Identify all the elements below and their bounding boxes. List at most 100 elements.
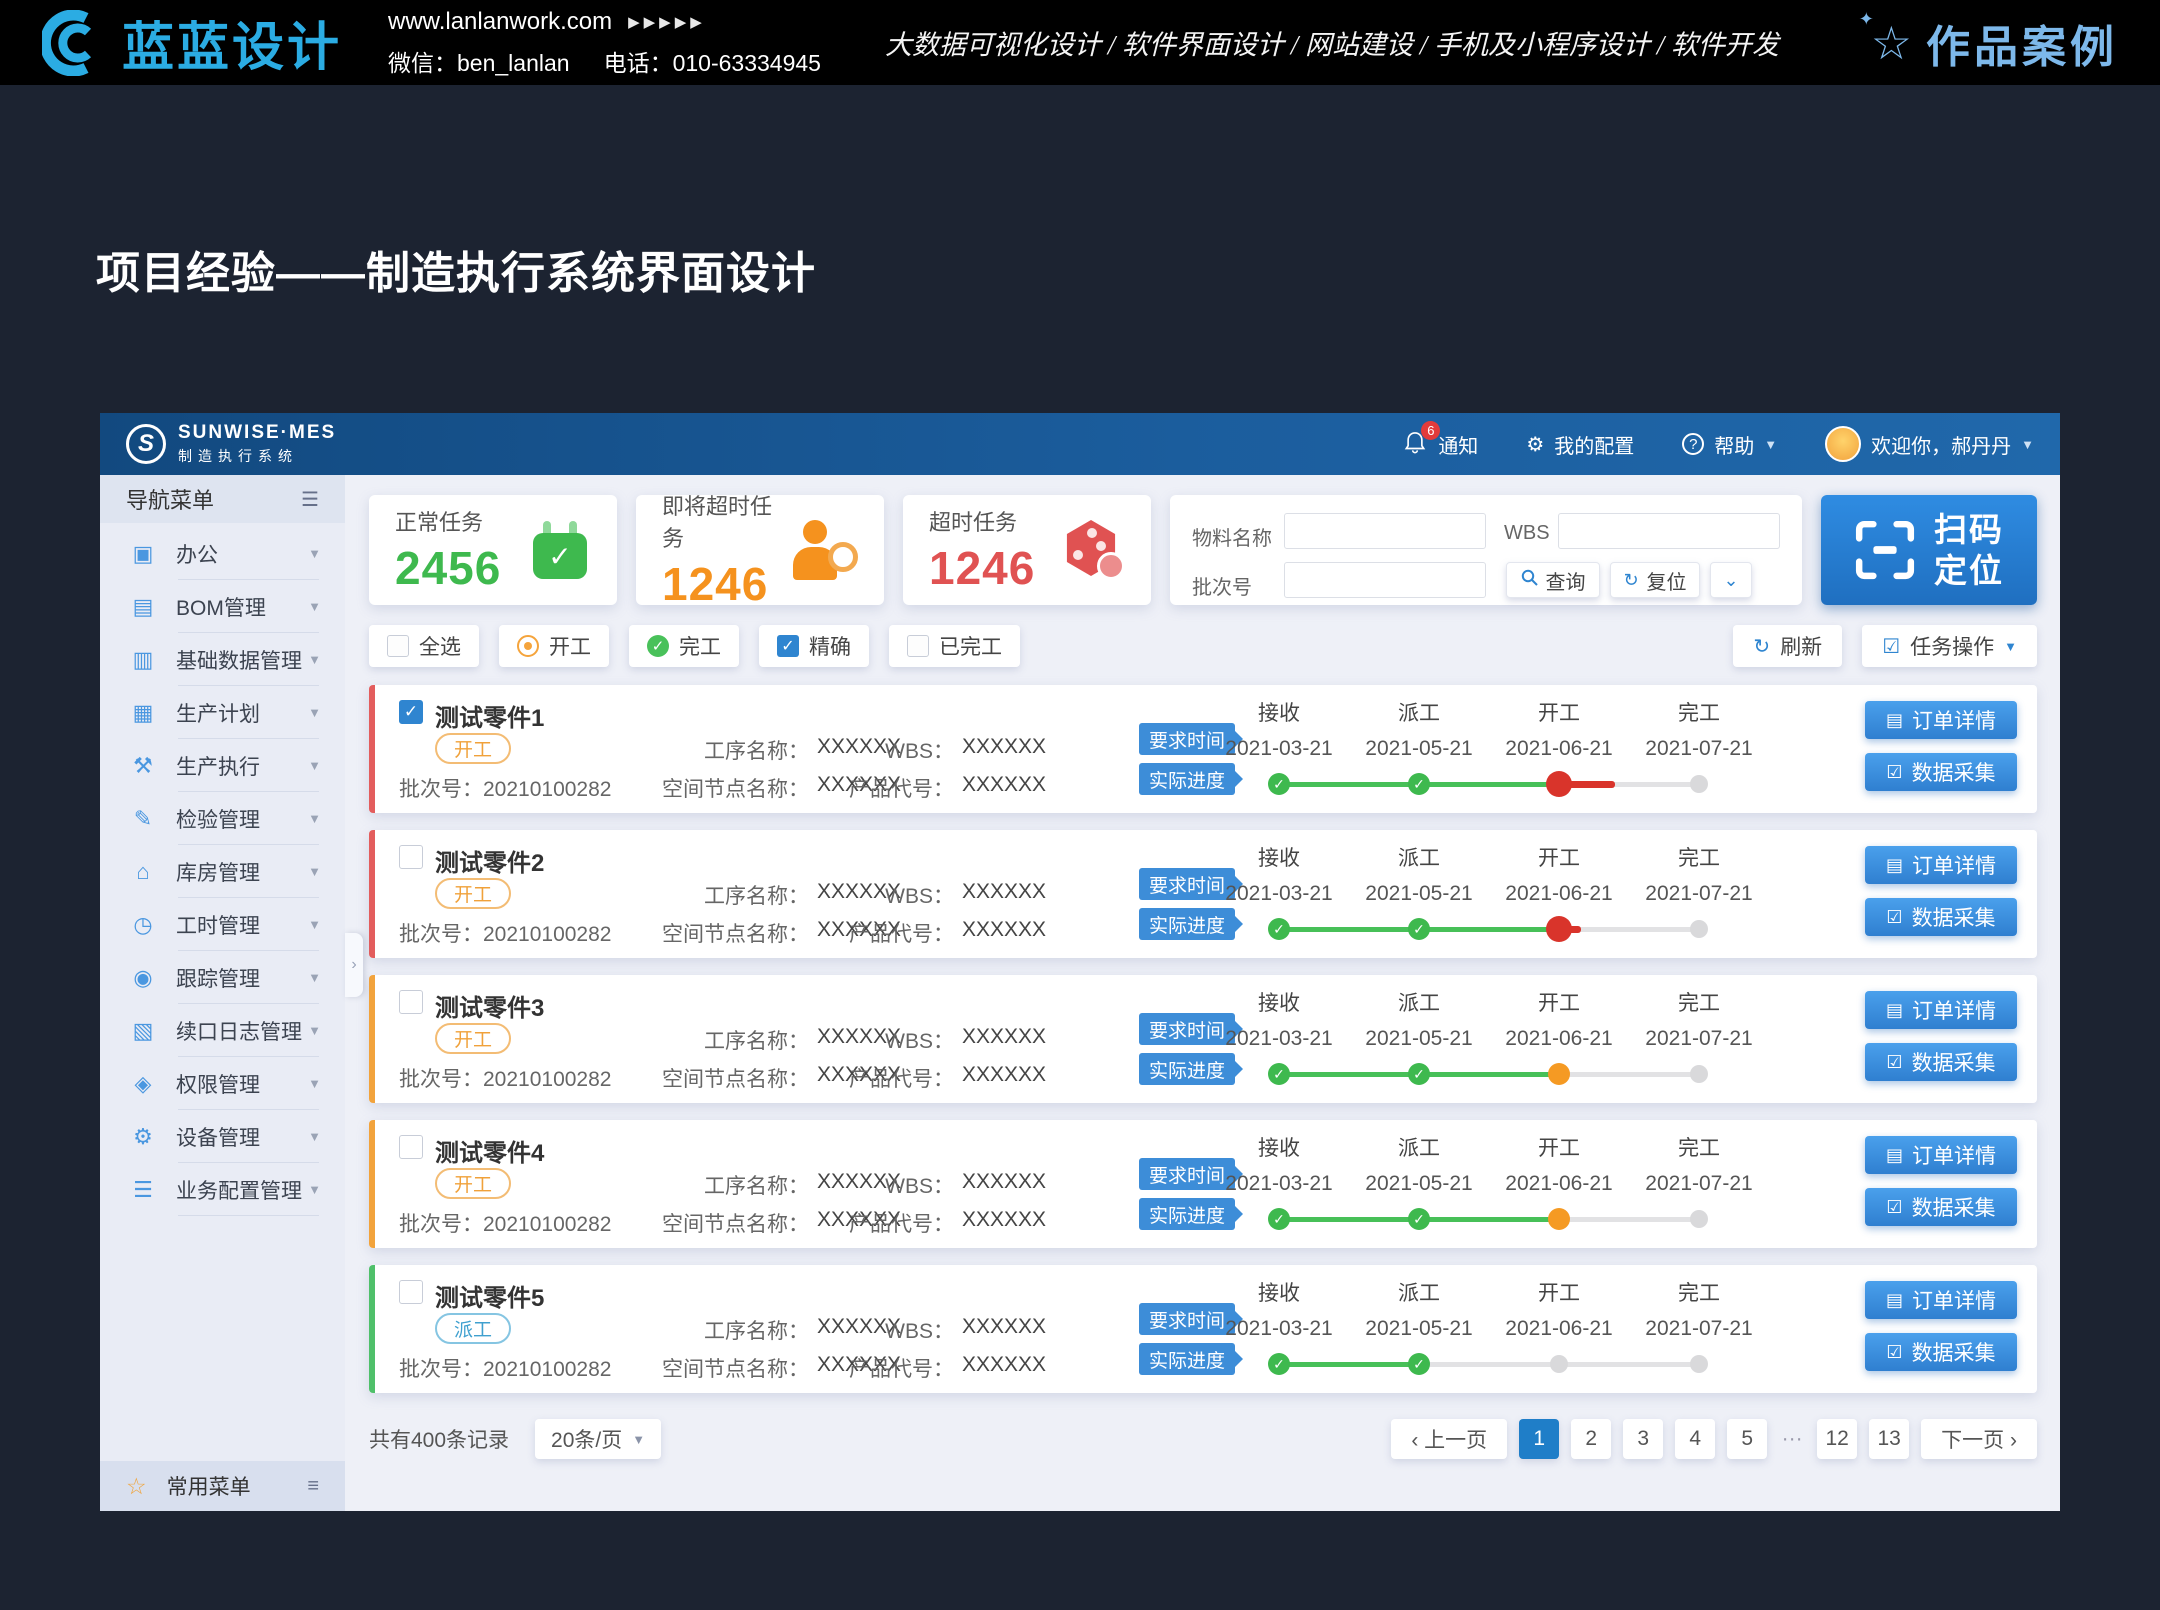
status-color-bar <box>369 1265 375 1393</box>
sidebar-item-3[interactable]: ▦ 生产计划 ▼ <box>100 686 345 739</box>
sidebar: 导航菜单 ☰ ▣ 办公 ▼ ▤ BOM管理 ▼ ▥ 基础数据管理 ▼ ▦ 生产计… <box>100 475 345 1511</box>
lanlan-logo-icon <box>42 10 108 76</box>
menu-icon-3: ▦ <box>130 700 156 726</box>
chevron-down-icon: ▼ <box>308 970 321 985</box>
filter-state-icon <box>647 635 669 657</box>
status-badge: 开工 <box>435 1168 511 1199</box>
wbs-field: WBS：XXXXXX <box>839 735 1046 765</box>
data-collect-button[interactable]: ☑ 数据采集 <box>1865 753 2017 791</box>
sidebar-item-6[interactable]: ⌂ 库房管理 ▼ <box>100 845 345 898</box>
page-button-7[interactable]: 13 <box>1869 1419 1909 1459</box>
page-button-5[interactable]: ··· <box>1779 1419 1805 1459</box>
order-detail-button[interactable]: ▤ 订单详情 <box>1865 846 2017 884</box>
filter-button-2[interactable]: 完工 <box>629 625 739 667</box>
document-icon: ▤ <box>1886 710 1903 731</box>
sidebar-item-1[interactable]: ▤ BOM管理 ▼ <box>100 580 345 633</box>
menu-icon-7: ◷ <box>130 912 156 938</box>
milestone-done-dot: ✓ <box>1408 1208 1430 1230</box>
pagination: 共有400条记录 20条/页 ▼ ‹ 上一页 1 2 3 4 5 ··· 12 … <box>369 1419 2037 1459</box>
sidebar-footer[interactable]: ☆ 常用菜单 ≡ <box>100 1461 345 1511</box>
page-button-0[interactable]: 1 <box>1519 1419 1559 1459</box>
task-checkbox[interactable] <box>399 700 423 724</box>
query-button[interactable]: 查询 <box>1506 562 1600 598</box>
task-checkbox[interactable] <box>399 845 423 869</box>
wbs-label: WBS <box>1504 522 1550 545</box>
user-menu[interactable]: 欢迎你，郝丹丹 ▼ <box>1825 426 2034 462</box>
page-button-6[interactable]: 12 <box>1817 1419 1857 1459</box>
page-button-4[interactable]: 5 <box>1727 1419 1767 1459</box>
filter-state-icon <box>777 635 799 657</box>
wbs-input[interactable] <box>1558 513 1780 549</box>
data-collect-button[interactable]: ☑ 数据采集 <box>1865 1333 2017 1371</box>
data-collect-button[interactable]: ☑ 数据采集 <box>1865 1188 2017 1226</box>
filter-button-3[interactable]: 精确 <box>759 625 869 667</box>
sidebar-item-8[interactable]: ◉ 跟踪管理 ▼ <box>100 951 345 1004</box>
next-page-button[interactable]: 下一页 › <box>1921 1419 2037 1459</box>
order-detail-button[interactable]: ▤ 订单详情 <box>1865 1136 2017 1174</box>
sidebar-item-2[interactable]: ▥ 基础数据管理 ▼ <box>100 633 345 686</box>
task-operations-button[interactable]: ☑ 任务操作 ▼ <box>1862 625 2037 667</box>
material-input[interactable] <box>1284 513 1486 549</box>
scan-locate-button[interactable]: 扫码 定位 <box>1821 495 2037 605</box>
task-title: 测试零件3 <box>435 988 544 1023</box>
order-detail-button[interactable]: ▤ 订单详情 <box>1865 991 2017 1029</box>
sidebar-item-7[interactable]: ◷ 工时管理 ▼ <box>100 898 345 951</box>
milestone-done-dot: ✓ <box>1268 1208 1290 1230</box>
main-content: 正常任务 2456 ✓ 即将超时任务 1246 <box>345 475 2061 1511</box>
menu-icon-5: ✎ <box>130 806 156 832</box>
prev-page-button[interactable]: ‹ 上一页 <box>1391 1419 1507 1459</box>
order-detail-button[interactable]: ▤ 订单详情 <box>1865 1281 2017 1319</box>
sidebar-item-4[interactable]: ⚒ 生产执行 ▼ <box>100 739 345 792</box>
sidebar-item-11[interactable]: ⚙ 设备管理 ▼ <box>100 1110 345 1163</box>
sidebar-item-5[interactable]: ✎ 检验管理 ▼ <box>100 792 345 845</box>
page-button-3[interactable]: 4 <box>1675 1419 1715 1459</box>
filter-button-0[interactable]: 全选 <box>369 625 479 667</box>
timeline-labels: 接收2021-03-21 派工2021-05-21 开工2021-06-21 完… <box>1209 987 1769 1051</box>
timeline-labels: 接收2021-03-21 派工2021-05-21 开工2021-06-21 完… <box>1209 842 1769 906</box>
wbs-field: WBS：XXXXXX <box>839 1315 1046 1345</box>
task-checkbox[interactable] <box>399 990 423 1014</box>
page-button-2[interactable]: 3 <box>1623 1419 1663 1459</box>
overdue-cluster-icon <box>1061 520 1125 580</box>
my-config-button[interactable]: ⚙ 我的配置 <box>1526 430 1634 459</box>
progress-bar: ✓ ✓ <box>1209 771 1769 797</box>
document-icon: ▤ <box>1886 1290 1903 1311</box>
expand-search-button[interactable]: ⌄ <box>1710 562 1752 598</box>
refresh-button[interactable]: ↻ 刷新 <box>1733 625 1842 667</box>
data-collect-button[interactable]: ☑ 数据采集 <box>1865 898 2017 936</box>
order-detail-button[interactable]: ▤ 订单详情 <box>1865 701 2017 739</box>
sidebar-item-9[interactable]: ▧ 续口日志管理 ▼ <box>100 1004 345 1057</box>
portfolio-link[interactable]: ☆✦ 作品案例 <box>1871 11 2118 75</box>
wechat-id: 微信：ben_lanlan <box>388 44 570 78</box>
notifications-button[interactable]: 6 通知 <box>1404 430 1478 459</box>
chevron-down-icon: ▼ <box>2004 639 2017 654</box>
menu-toggle-icon[interactable]: ☰ <box>301 487 319 512</box>
reset-button[interactable]: ↻ 复位 <box>1610 562 1700 598</box>
help-dropdown[interactable]: ? 帮助 ▼ <box>1682 430 1777 459</box>
filter-button-1[interactable]: 开工 <box>499 625 609 667</box>
task-checkbox[interactable] <box>399 1280 423 1304</box>
task-card-3: 测试零件4 开工 批次号：20210100282 工序名称：XXXXXX 空间节… <box>369 1120 2037 1248</box>
sidebar-item-12[interactable]: ☰ 业务配置管理 ▼ <box>100 1163 345 1216</box>
sidebar-collapse-handle[interactable]: › <box>345 933 363 997</box>
milestone-done-dot: ✓ <box>1268 773 1290 795</box>
sidebar-header: 导航菜单 ☰ <box>100 475 345 523</box>
calendar-check-icon: ✓ <box>529 521 591 579</box>
batch-number: 批次号：20210100282 <box>399 1063 611 1093</box>
data-collect-button[interactable]: ☑ 数据采集 <box>1865 1043 2017 1081</box>
services-list: 大数据可视化设计 / 软件界面设计 / 网站建设 / 手机及小程序设计 / 软件… <box>885 23 1779 62</box>
status-badge: 开工 <box>435 878 511 909</box>
wbs-field: WBS：XXXXXX <box>839 880 1046 910</box>
page-button-1[interactable]: 2 <box>1571 1419 1611 1459</box>
batch-input[interactable] <box>1284 562 1486 598</box>
page-size-select[interactable]: 20条/页 ▼ <box>535 1419 661 1459</box>
status-badge: 开工 <box>435 733 511 764</box>
sidebar-item-10[interactable]: ◈ 权限管理 ▼ <box>100 1057 345 1110</box>
task-card-2: 测试零件3 开工 批次号：20210100282 工序名称：XXXXXX 空间节… <box>369 975 2037 1103</box>
checkbox-icon: ☑ <box>1886 1197 1902 1218</box>
avatar <box>1825 426 1861 462</box>
task-checkbox[interactable] <box>399 1135 423 1159</box>
stat-card-overtime: 超时任务 1246 <box>903 495 1151 605</box>
filter-button-4[interactable]: 已完工 <box>889 625 1020 667</box>
sidebar-item-0[interactable]: ▣ 办公 ▼ <box>100 527 345 580</box>
